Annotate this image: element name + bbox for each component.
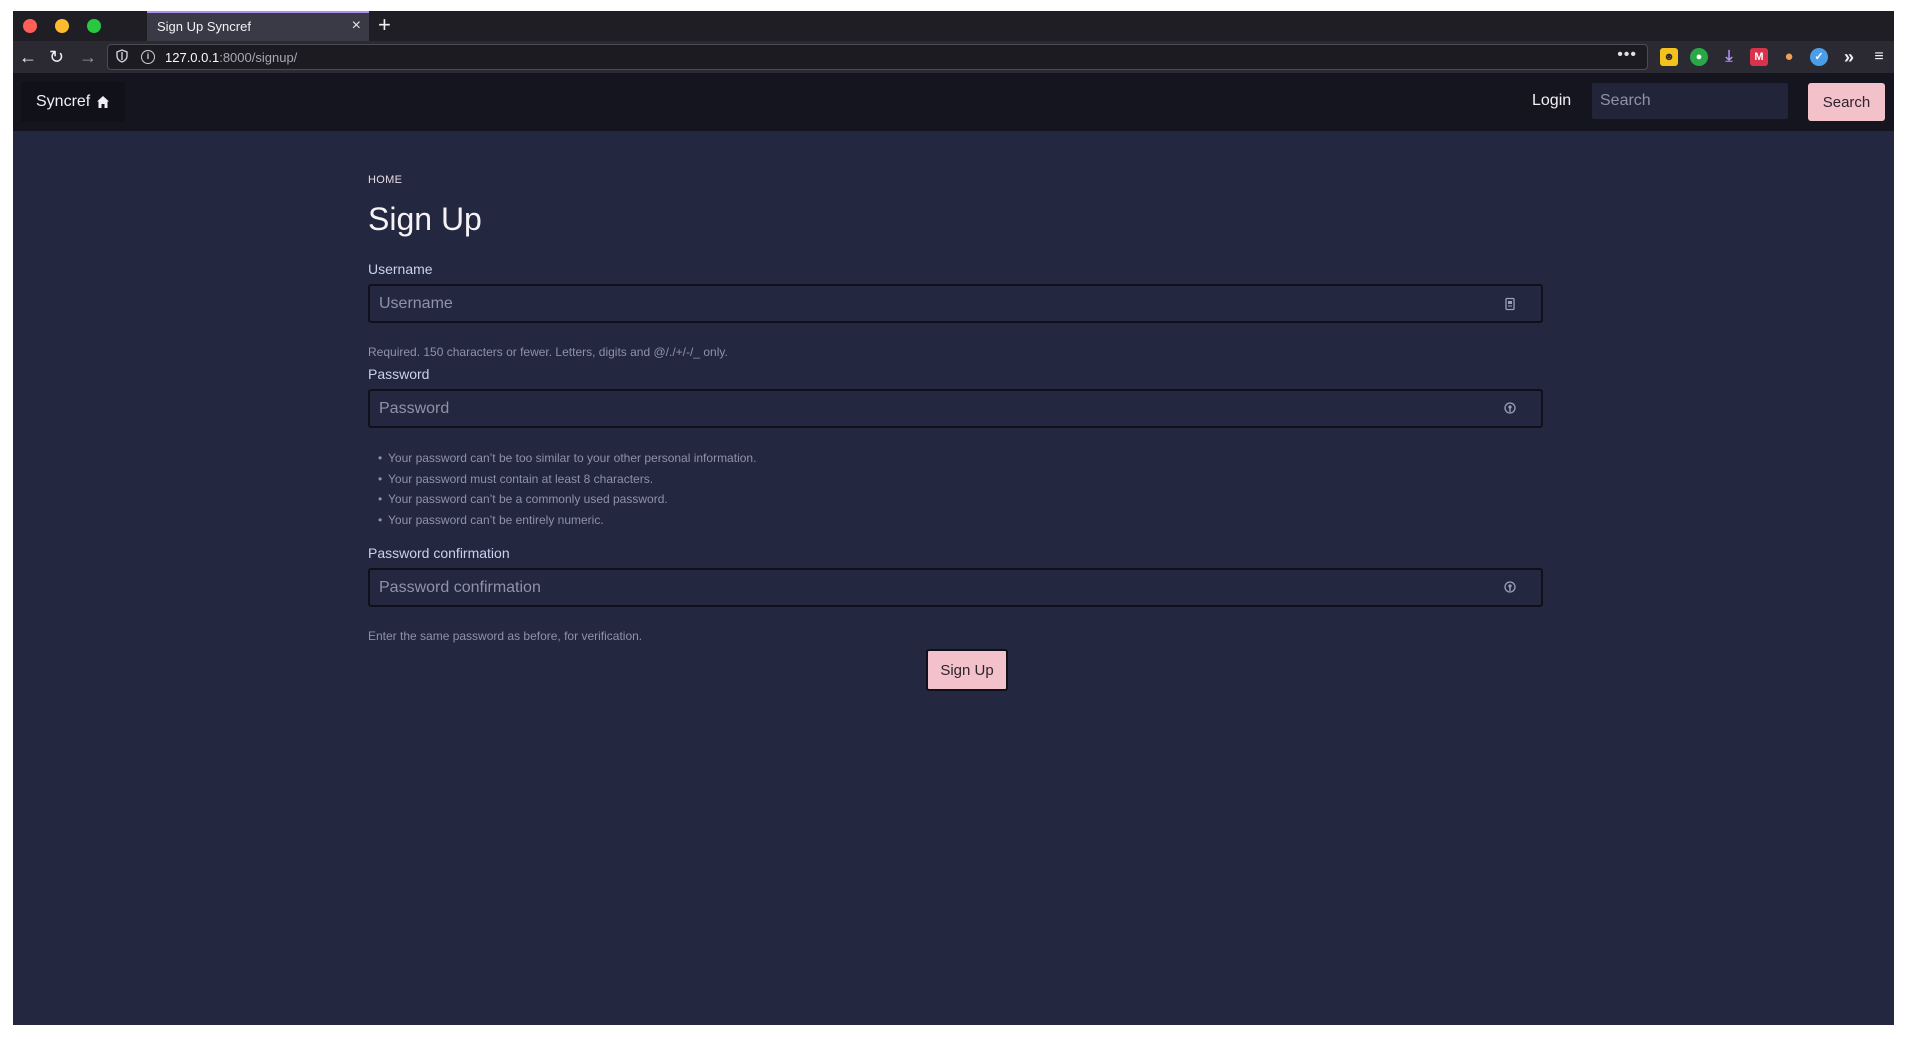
browser-toolbar: ← ↻ → i 127.0.0.1:8000/signup/ ••• ☻ ● ⤓… xyxy=(13,41,1894,73)
password-confirmation-field[interactable] xyxy=(368,568,1543,607)
password-rule: Your password can’t be a commonly used p… xyxy=(378,489,756,510)
breadcrumb[interactable]: HOME xyxy=(368,174,402,186)
back-arrow-icon[interactable]: ← xyxy=(19,47,37,67)
reload-icon[interactable]: ↻ xyxy=(49,47,64,67)
page-title: Sign Up xyxy=(368,201,482,237)
site-header: Syncref Login Search xyxy=(13,73,1894,131)
password-label: Password xyxy=(368,366,430,382)
password-input[interactable] xyxy=(370,391,1541,426)
url-bar[interactable]: i 127.0.0.1:8000/signup/ ••• xyxy=(107,44,1648,70)
info-icon[interactable]: i xyxy=(141,50,155,64)
forward-arrow-icon[interactable]: → xyxy=(79,47,97,67)
url-text[interactable]: 127.0.0.1:8000/signup/ xyxy=(165,50,297,65)
browser-window: Sign Up Syncref × + ← ↻ → i 127.0.0.1:80… xyxy=(13,11,1894,1025)
tab-active[interactable]: Sign Up Syncref × xyxy=(147,11,369,41)
login-link[interactable]: Login xyxy=(1532,92,1571,110)
password-confirmation-help: Enter the same password as before, for v… xyxy=(368,629,643,643)
username-input[interactable] xyxy=(370,286,1541,321)
password-confirmation-label: Password confirmation xyxy=(368,545,510,561)
password-rule: Your password can’t be entirely numeric. xyxy=(378,510,756,531)
maximize-window-button[interactable] xyxy=(87,19,101,33)
overflow-icon[interactable]: » xyxy=(1840,48,1858,66)
search-button[interactable]: Search xyxy=(1808,83,1885,121)
new-tab-button[interactable]: + xyxy=(378,12,391,38)
search-input[interactable] xyxy=(1592,83,1788,119)
id-card-icon xyxy=(1505,297,1515,311)
url-path: :8000/signup/ xyxy=(219,50,298,65)
page-actions-icon[interactable]: ••• xyxy=(1617,46,1637,64)
password-field[interactable] xyxy=(368,389,1543,428)
password-rule: Your password can’t be too similar to yo… xyxy=(378,448,756,469)
tab-title: Sign Up Syncref xyxy=(157,19,251,34)
password-rule: Your password must contain at least 8 ch… xyxy=(378,469,756,490)
key-icon xyxy=(1504,581,1516,593)
close-window-button[interactable] xyxy=(23,19,37,33)
brand-name: Syncref xyxy=(36,93,91,110)
minimize-window-button[interactable] xyxy=(55,19,69,33)
password-rules: Your password can’t be too similar to yo… xyxy=(378,448,756,530)
menu-icon[interactable]: ≡ xyxy=(1870,48,1888,66)
tab-strip: Sign Up Syncref × + xyxy=(13,11,1894,41)
extension-face-icon[interactable]: ☻ xyxy=(1660,48,1678,66)
key-icon xyxy=(1504,402,1516,414)
sign-up-button[interactable]: Sign Up xyxy=(926,649,1008,691)
username-help: Required. 150 characters or fewer. Lette… xyxy=(368,345,728,359)
close-tab-icon[interactable]: × xyxy=(352,18,361,34)
extension-green-icon[interactable]: ● xyxy=(1690,48,1708,66)
brand-link[interactable]: Syncref xyxy=(21,82,126,122)
extension-fox-icon[interactable]: ● xyxy=(1780,48,1798,66)
password-confirmation-input[interactable] xyxy=(370,570,1541,605)
username-label: Username xyxy=(368,261,433,277)
download-icon[interactable]: ⤓ xyxy=(1720,48,1738,66)
home-icon xyxy=(97,96,110,108)
extension-red-icon[interactable]: M xyxy=(1750,48,1768,66)
url-host: 127.0.0.1 xyxy=(165,50,220,65)
username-field[interactable] xyxy=(368,284,1543,323)
shield-icon[interactable] xyxy=(116,49,130,65)
extension-check-icon[interactable]: ✓ xyxy=(1810,48,1828,66)
